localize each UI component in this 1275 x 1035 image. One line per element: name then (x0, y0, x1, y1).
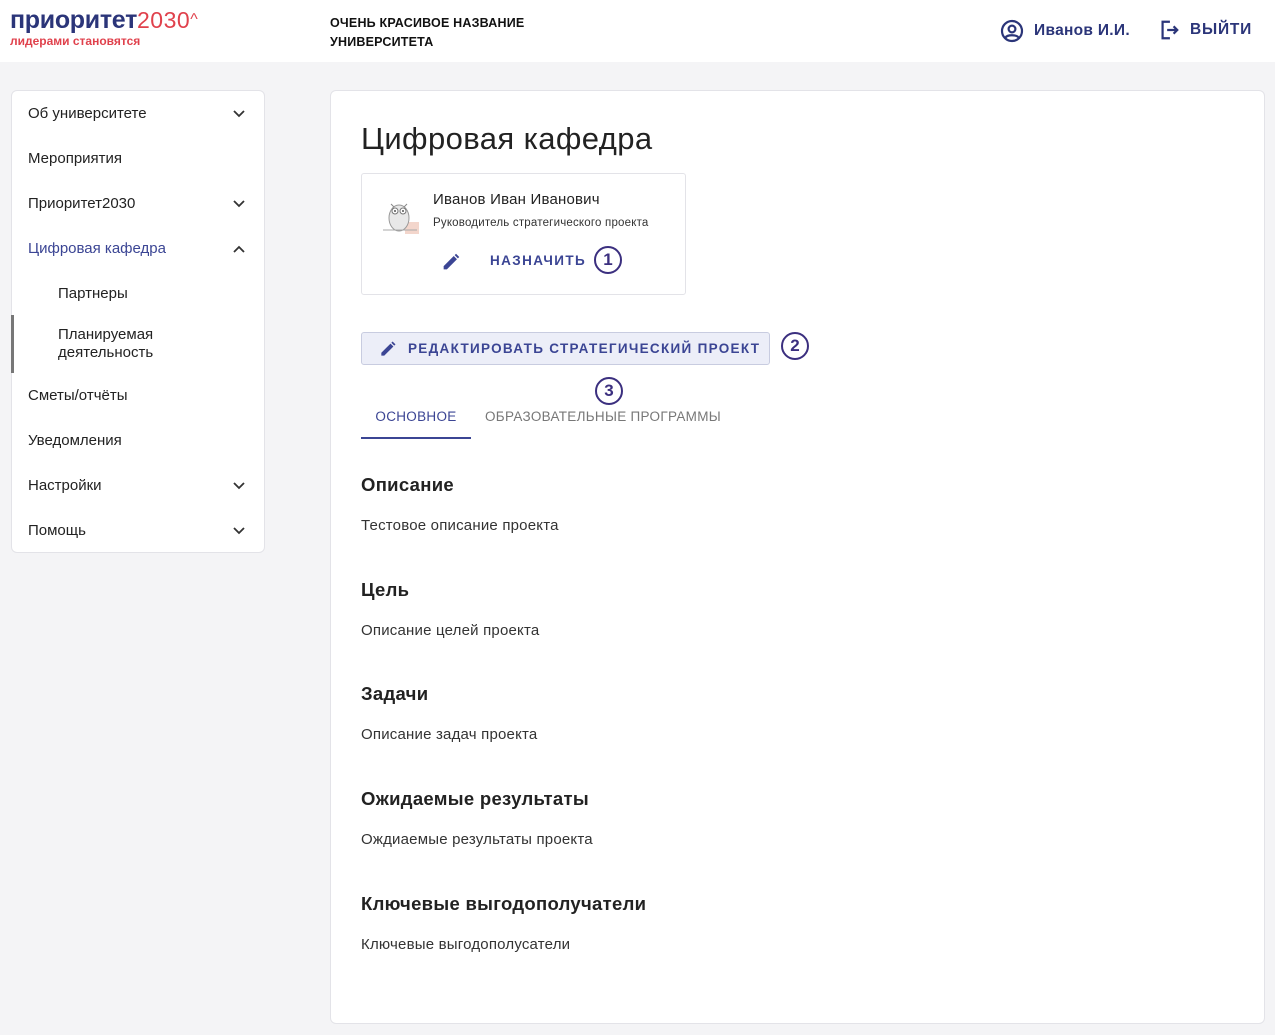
university-name: Очень красивое название университета (330, 16, 525, 49)
page-title: Цифровая кафедра (361, 121, 653, 156)
chevron-up-icon (233, 245, 245, 253)
sidebar-item-about[interactable]: Об университете (12, 91, 264, 136)
section-text-description: Тестовое описание проекта (361, 517, 559, 534)
sidebar-item-help[interactable]: Помощь (12, 508, 264, 553)
sidebar-item-label: Помощь (28, 522, 86, 539)
tab-educational-programs[interactable]: ОБРАЗОВАТЕЛЬНЫЕ ПРОГРАММЫ (485, 409, 721, 424)
active-tab-underline (361, 437, 471, 439)
sidebar-item-label: Мероприятия (28, 150, 123, 167)
section-text-tasks: Описание задач проекта (361, 726, 538, 743)
edit-strategic-project-label: РЕДАКТИРОВАТЬ СТРАТЕГИЧЕСКИЙ ПРОЕКТ (408, 341, 761, 356)
sidebar-item-planned-activity[interactable]: Планируемая деятельность (12, 316, 264, 372)
sidebar-item-label: Настройки (28, 477, 102, 494)
sidebar-item-label: Цифровая кафедра (28, 240, 166, 257)
annotation-marker-2: 2 (781, 332, 809, 360)
assign-button[interactable]: НАЗНАЧИТЬ (490, 253, 586, 268)
user-profile-button[interactable]: Иванов И.И. (1000, 19, 1130, 43)
pencil-icon[interactable] (440, 251, 462, 273)
person-name: Иванов Иван Иванович (433, 191, 600, 208)
section-title-goal: Цель (361, 579, 410, 600)
logout-label: ВЫЙТИ (1190, 21, 1253, 38)
logo-tagline: лидерами становятся (10, 34, 141, 48)
chevron-down-icon (233, 109, 245, 117)
sidebar-item-label: Партнеры (58, 285, 128, 302)
sidebar-item-label: Планируемая деятельность (58, 326, 154, 361)
logo-title: приоритет2030^ (10, 6, 198, 34)
logout-button[interactable]: ВЫЙТИ (1158, 19, 1252, 41)
sidebar-item-label: Сметы/отчёты (28, 387, 128, 404)
sidebar-item-events[interactable]: Мероприятия (12, 136, 264, 181)
section-title-expected-results: Ожидаемые результаты (361, 788, 589, 809)
logo[interactable]: приоритет2030^ лидерами становятся (10, 6, 198, 48)
chevron-down-icon (233, 481, 245, 489)
sidebar-item-label: Уведомления (28, 432, 122, 449)
person-role: Руководитель стратегического проекта (433, 217, 649, 229)
section-text-key-beneficiaries: Ключевые выгодополусатели (361, 936, 571, 953)
sidebar-item-partners[interactable]: Партнеры (12, 271, 264, 316)
section-text-expected-results: Ождиаемые результаты проекта (361, 831, 593, 848)
user-circle-icon (1000, 19, 1024, 43)
project-lead-card: Иванов Иван Иванович Руководитель страте… (361, 173, 686, 295)
sidebar-item-label: Приоритет2030 (28, 195, 136, 212)
annotation-marker-1: 1 (594, 246, 622, 274)
main-content: Цифровая кафедра Иванов Иван Иванович Ру… (330, 90, 1265, 1024)
sidebar-item-label: Об университете (28, 105, 147, 122)
chevron-down-icon (233, 526, 245, 534)
section-text-goal: Описание целей проекта (361, 622, 540, 639)
tab-main[interactable]: ОСНОВНОЕ (361, 409, 471, 424)
section-title-tasks: Задачи (361, 683, 429, 704)
sidebar-item-estimates[interactable]: Сметы/отчёты (12, 373, 264, 418)
sidebar-item-digital-department[interactable]: Цифровая кафедра (12, 226, 264, 271)
owl-avatar (377, 192, 423, 238)
user-name: Иванов И.И. (1034, 22, 1130, 39)
top-header: приоритет2030^ лидерами становятся Очень… (0, 0, 1275, 62)
section-title-description: Описание (361, 474, 454, 495)
edit-strategic-project-button[interactable]: РЕДАКТИРОВАТЬ СТРАТЕГИЧЕСКИЙ ПРОЕКТ (361, 332, 770, 365)
section-title-key-beneficiaries: Ключевые выгодополучатели (361, 893, 647, 914)
sidebar-item-priority2030[interactable]: Приоритет2030 (12, 181, 264, 226)
sidebar-item-settings[interactable]: Настройки (12, 463, 264, 508)
sidebar: Об университете Мероприятия Приоритет203… (11, 90, 265, 553)
chevron-down-icon (233, 199, 245, 207)
logout-icon (1161, 20, 1179, 40)
pencil-icon (381, 341, 396, 356)
sidebar-item-notifications[interactable]: Уведомления (12, 418, 264, 463)
annotation-marker-3: 3 (595, 377, 623, 405)
